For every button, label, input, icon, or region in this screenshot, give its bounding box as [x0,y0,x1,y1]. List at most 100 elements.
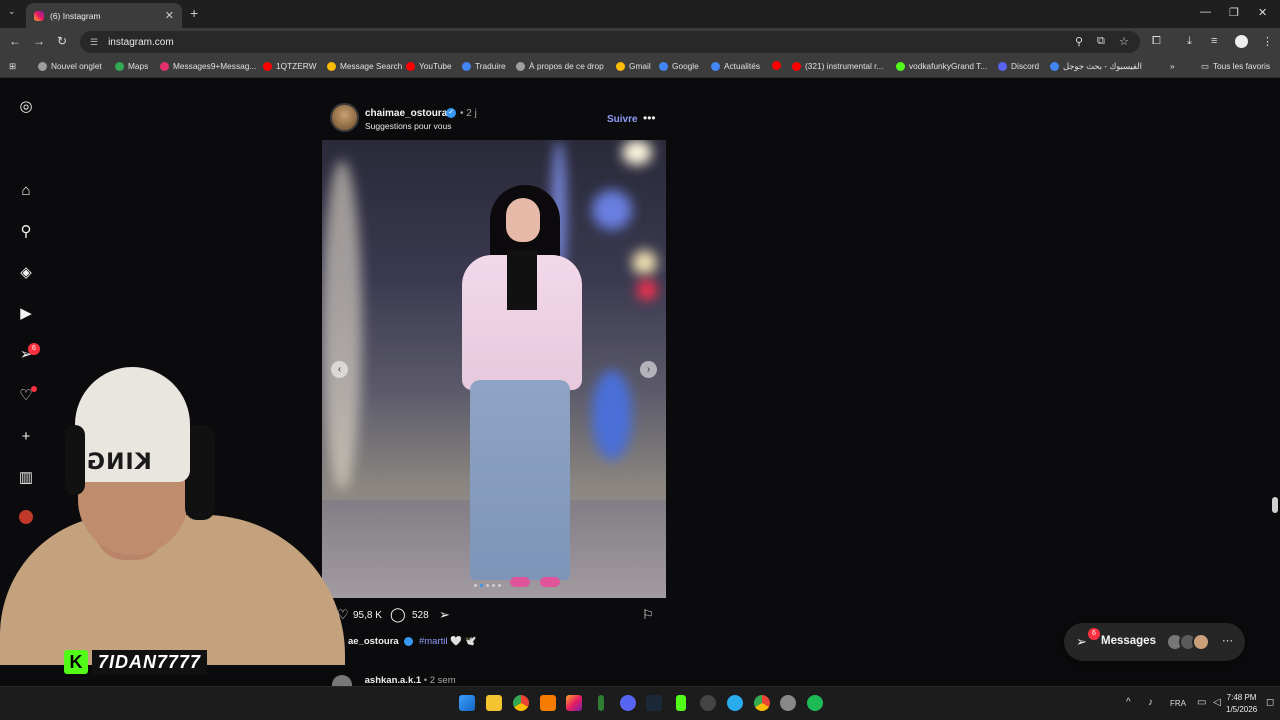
streamer-name: 7IDAN7777 [92,649,208,675]
bookmark-favicon-icon [659,61,668,71]
bookmark-item[interactable]: Traduire [462,61,506,71]
reload-icon[interactable]: ↻ [57,34,67,48]
telegram-icon[interactable] [727,695,743,711]
media-icon[interactable]: ≡ [1211,35,1217,47]
bookmark-item[interactable]: À propos de ce drop [516,61,604,71]
app-icon[interactable] [598,695,604,711]
explore-icon[interactable]: ◈ [17,264,35,282]
chrome-menu-icon[interactable]: ⋮ [1262,35,1273,48]
bookmark-item[interactable]: Maps [115,61,148,71]
bokeh-box [592,370,632,460]
search-icon[interactable]: ⚲ [17,223,35,241]
volume-icon[interactable]: ◁ [1213,697,1221,708]
next-post-username[interactable]: ashkan.a.k.1 [365,675,422,686]
bookmark-favicon-icon [711,61,720,71]
minimize-icon[interactable]: — [1200,6,1211,18]
comments-count[interactable]: 528 [412,610,429,621]
save-bookmark-icon[interactable]: ⚐ [642,607,654,623]
restore-icon[interactable]: ❐ [1229,6,1239,19]
address-bar[interactable]: ☰ instagram.com [80,31,1140,53]
bookmark-label: (321) instrumental r... [805,61,884,71]
bookmark-item[interactable]: Discord [998,61,1039,71]
bookmark-item[interactable]: vodkafunkyGrand T... [896,61,987,71]
chrome-icon[interactable] [754,695,770,711]
all-bookmarks[interactable]: ▭ Tous les favoris [1201,61,1270,71]
install-app-icon[interactable]: ⧉ [1097,35,1105,48]
site-info-icon[interactable]: ☰ [90,37,98,48]
windows-start-icon[interactable] [459,695,475,711]
post-image[interactable]: ‹ › [322,140,666,598]
forward-icon[interactable]: → [33,34,45,48]
post-time[interactable]: • 2 j [460,108,477,119]
extensions-icon[interactable]: ⧠ [1152,35,1161,48]
bookmark-item[interactable] [772,61,785,70]
taskbar-clock[interactable]: 7:48 PM 1/5/2026 [1226,692,1257,716]
bookmark-favicon-icon [616,61,625,71]
bookmark-item[interactable]: Google [659,61,699,71]
file-explorer-icon[interactable] [486,695,502,711]
instagram-logo-icon[interactable]: ◎ [17,98,35,116]
display-icon[interactable]: ▭ [1197,697,1206,708]
home-icon[interactable]: ⌂ [17,182,35,200]
post-author-avatar[interactable] [330,103,359,132]
settings-icon[interactable] [780,695,796,711]
new-tab-icon[interactable]: + [190,5,198,21]
bookmark-label: 1QTZERW [276,61,317,71]
follow-button[interactable]: Suivre [607,114,638,125]
profile-avatar[interactable] [1235,35,1248,48]
bookmark-label: À propos de ce drop [529,61,604,71]
app-icon[interactable] [540,695,556,711]
instagram-app-icon[interactable] [566,695,582,711]
clock-date: 1/5/2026 [1226,705,1258,714]
caption-username[interactable]: ae_ostoura [348,636,399,647]
person-jeans [470,380,570,580]
messages-button[interactable]: ➢ 6 Messages ⋯ [1064,623,1245,661]
zoom-icon[interactable]: ⚲ [1075,35,1083,48]
bookmark-label: Gmail [629,61,651,71]
chrome-icon[interactable] [513,695,529,711]
back-icon[interactable]: ← [9,34,21,48]
tray-overflow-icon[interactable]: ^ [1126,697,1131,708]
steam-icon[interactable] [646,695,662,711]
bookmark-item[interactable]: الفيسبوك - بحث جوجل [1050,61,1142,71]
microphone-icon[interactable]: ♪ [1148,697,1153,708]
tab-search-icon[interactable]: ⌄ [8,6,16,17]
carousel-dot [486,584,489,587]
bookmark-item[interactable]: YouTube [406,61,452,71]
bookmark-favicon-icon [516,61,525,71]
share-icon[interactable]: ➢ [439,607,450,623]
more-bookmarks-icon[interactable]: » [1170,61,1175,71]
bookmark-label: الفيسبوك - بحث جوجل [1063,61,1142,71]
likes-count[interactable]: 95,8 K [353,610,382,621]
tab-close-icon[interactable]: ✕ [165,9,174,22]
instagram-favicon-icon [34,10,44,21]
bookmark-item[interactable]: (321) instrumental r... [792,61,883,71]
bookmark-item[interactable]: Message Search [327,61,402,71]
spotify-icon[interactable] [807,695,823,711]
person-shoe [510,577,530,587]
bookmark-item[interactable]: Actualités [711,61,760,71]
caption-hashtag[interactable]: #martil [419,636,448,647]
tab-instagram[interactable]: (6) Instagram ✕ [26,3,182,28]
more-options-icon[interactable]: ••• [643,111,656,125]
carousel-next-icon[interactable]: › [640,361,657,378]
discord-icon[interactable] [620,695,636,711]
notification-icon[interactable]: ◻ [1266,697,1274,708]
bookmark-star-icon[interactable]: ☆ [1119,35,1129,48]
bookmark-item[interactable]: Nouvel onglet [38,61,102,71]
next-post-avatar[interactable] [332,675,352,686]
app-icon[interactable] [700,695,716,711]
comment-icon[interactable]: ◯ [390,606,406,623]
streamer-name-tag: K 7IDAN7777 [64,649,208,675]
window-close-icon[interactable]: ✕ [1258,6,1267,19]
language-indicator[interactable]: FRA [1170,699,1186,708]
bookmark-item[interactable]: 1QTZERW [263,61,316,71]
apps-icon[interactable]: ⊞ [9,61,16,71]
downloads-icon[interactable]: ⤓ [1187,35,1192,48]
reels-icon[interactable]: ▶ [17,305,35,323]
bookmark-item[interactable]: Gmail [616,61,651,71]
bookmark-item[interactable]: Messages9+Messag... [160,61,256,71]
page-scrollbar[interactable] [1272,497,1278,513]
play-icon[interactable] [676,695,686,711]
post-username[interactable]: chaimae_ostoura [365,108,447,119]
